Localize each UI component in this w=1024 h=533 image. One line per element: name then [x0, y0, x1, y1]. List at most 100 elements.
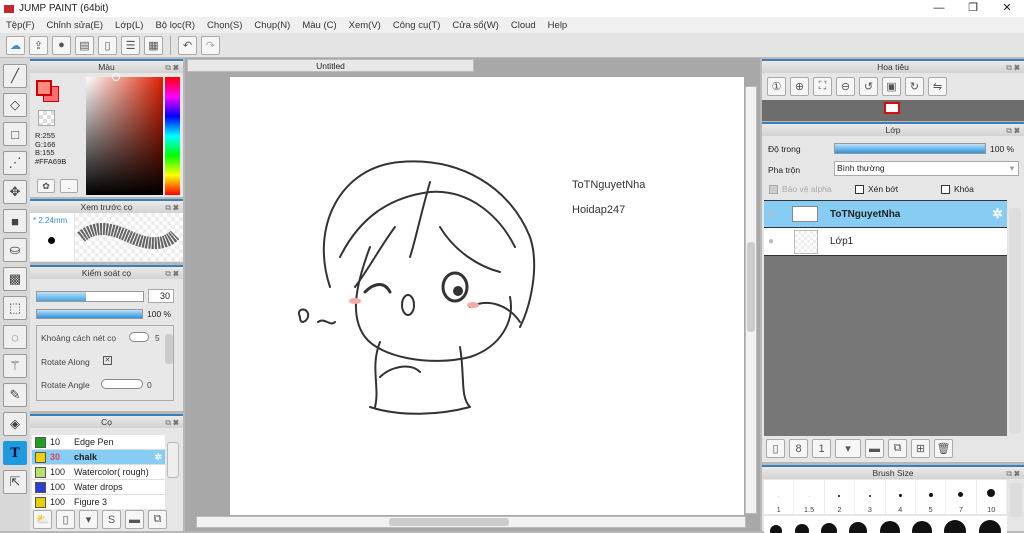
lock-checkbox[interactable]: Khóa [941, 184, 974, 194]
canvas-text-tottnguyetnha[interactable]: ToTNguyetNha [572, 179, 645, 191]
brush-item-selected[interactable]: 30 chalk ✲ [32, 450, 165, 465]
canvas-horizontal-scrollbar[interactable] [196, 516, 746, 528]
visibility-icon[interactable]: ● [768, 209, 782, 220]
gear-icon[interactable]: ✲ [154, 452, 162, 463]
flip-horizontal-icon[interactable]: ⇋ [928, 77, 947, 96]
brush-script-icon[interactable]: S [102, 510, 121, 529]
drawing-canvas[interactable]: ToTNguyetNha Hoidap247 [230, 77, 744, 515]
brush-size-option[interactable]: 3 [855, 480, 886, 514]
eraser-tool-icon[interactable]: ◇ [3, 93, 27, 117]
brush-size-option[interactable]: 5 [916, 480, 947, 514]
trash-icon[interactable]: 🗑 [934, 439, 953, 458]
object-select-icon[interactable]: ⇱ [3, 470, 27, 494]
menu-window[interactable]: Cửa sổ(W) [446, 20, 504, 31]
brush-type-dropdown-icon[interactable]: ▾ [79, 510, 98, 529]
export-icon[interactable]: ⇪ [29, 35, 48, 55]
saturation-value-picker[interactable] [86, 77, 163, 195]
layer-opacity-slider[interactable] [834, 143, 986, 154]
blend-mode-select[interactable]: Bình thường ▾ [834, 161, 1019, 176]
brush-tool-icon[interactable]: ╱ [3, 64, 27, 88]
layer-list-scrollbar[interactable] [1009, 208, 1021, 434]
foreground-color-swatch[interactable] [36, 80, 52, 96]
menu-filter[interactable]: Bộ lọc(R) [149, 20, 201, 31]
zoom-out-icon[interactable]: ⊖ [836, 77, 855, 96]
panel-controls-icon[interactable]: ⧉✖ [165, 62, 181, 74]
rotate-along-checkbox[interactable]: ✕ [103, 356, 112, 365]
zoom-in-icon[interactable]: ⊕ [790, 77, 809, 96]
brush-item[interactable]: 100 Watercolor( rough) [32, 465, 165, 480]
clip-checkbox[interactable]: Xén bớt [855, 184, 898, 194]
zoom-actual-icon[interactable]: ① [767, 77, 786, 96]
menu-cloud[interactable]: Cloud [505, 20, 542, 31]
gradient-tool-icon[interactable]: ▩ [3, 267, 27, 291]
cloud-icon[interactable]: ☁ [6, 35, 25, 55]
protect-alpha-checkbox[interactable]: Bảo vệ alpha [769, 184, 832, 194]
new-brush-icon[interactable]: ▯ [56, 510, 75, 529]
transparent-swatch[interactable] [38, 110, 55, 126]
comment-icon[interactable]: ▤ [75, 35, 94, 55]
document-icon[interactable]: ▯ [98, 35, 117, 55]
undo-icon[interactable]: ↶ [178, 35, 197, 55]
lasso-select-icon[interactable]: ◌ [3, 325, 27, 349]
layer-row-selected[interactable]: ● ToTNguyetNha ✲ [764, 200, 1007, 228]
menu-file[interactable]: Tệp(F) [0, 20, 41, 31]
duplicate-layer-icon[interactable]: ⧉ [888, 439, 907, 458]
close-button[interactable]: ✕ [990, 0, 1024, 17]
document-tab[interactable]: Untitled [187, 59, 474, 72]
rotate-right-icon[interactable]: ↻ [905, 77, 924, 96]
fill-rect-tool-icon[interactable]: ■ [3, 209, 27, 233]
navigator-viewport[interactable] [884, 102, 900, 114]
menu-help[interactable]: Help [542, 20, 574, 31]
menu-select[interactable]: Chọn(S) [201, 20, 248, 31]
brush-item[interactable]: 100 Figure 3 [32, 495, 165, 509]
brush-size-option[interactable]: 4 [886, 480, 916, 514]
new-1bit-layer-icon[interactable]: 1 [812, 439, 831, 458]
layer-folder-icon[interactable]: ▬ [865, 439, 884, 458]
move-tool-icon[interactable]: ✥ [3, 180, 27, 204]
folder-icon[interactable]: ▬ [125, 510, 144, 529]
bucket-tool-icon[interactable]: ⛀ [3, 238, 27, 262]
new-8bit-layer-icon[interactable]: 8 [789, 439, 808, 458]
text-tool-icon[interactable]: T [3, 441, 27, 465]
rotate-left-icon[interactable]: ↺ [859, 77, 878, 96]
rect-select-icon[interactable]: ⬚ [3, 296, 27, 320]
layer-row[interactable]: ● Lớp1 [764, 228, 1007, 256]
speech-bubble-icon[interactable]: ● [52, 35, 71, 55]
grid-help-icon[interactable]: ▦ [144, 35, 163, 55]
brush-size-option[interactable]: 1.5 [794, 480, 825, 514]
visibility-icon[interactable]: ● [768, 236, 782, 247]
spacing-slider[interactable] [129, 332, 149, 342]
menu-view[interactable]: Xem(V) [343, 20, 387, 31]
menu-edit[interactable]: Chỉnh sửa(E) [41, 20, 110, 31]
brush-opacity-slider[interactable] [36, 309, 143, 319]
brush-list-scrollbar[interactable] [167, 442, 179, 478]
panel-controls-icon[interactable]: ⧉✖ [165, 417, 181, 429]
reset-rotation-icon[interactable]: ▣ [882, 77, 901, 96]
cloud-download-icon[interactable]: ⛅ [33, 510, 52, 529]
layer-type-dropdown-icon[interactable]: ▾ [835, 439, 861, 458]
panel-controls-icon[interactable]: ⧉✖ [1006, 125, 1022, 137]
navigator-preview[interactable] [762, 100, 1024, 121]
merge-layer-icon[interactable]: ⊞ [911, 439, 930, 458]
panel-controls-icon[interactable]: ⧉✖ [1006, 62, 1022, 74]
magic-wand-icon[interactable]: ⚚ [3, 354, 27, 378]
duplicate-icon[interactable]: ⧉ [148, 510, 167, 529]
maximize-button[interactable]: ❐ [956, 0, 990, 17]
list-settings-icon[interactable]: ☰ [121, 35, 140, 55]
rectangle-tool-icon[interactable]: □ [3, 122, 27, 146]
menu-layer[interactable]: Lớp(L) [109, 20, 149, 31]
panel-controls-icon[interactable]: ⧉✖ [1006, 468, 1022, 480]
hue-slider[interactable] [165, 77, 180, 195]
brush-item[interactable]: 100 Water drops [32, 480, 165, 495]
palette-icon[interactable]: ✿ [37, 179, 55, 193]
redo-icon[interactable]: ↷ [201, 35, 220, 55]
brush-size-option[interactable]: 1 [764, 480, 795, 514]
select-pen-icon[interactable]: ✎ [3, 383, 27, 407]
minimize-button[interactable]: — [922, 0, 956, 17]
select-eraser-icon[interactable]: ◈ [3, 412, 27, 436]
menu-capture[interactable]: Chụp(N) [248, 20, 296, 31]
brush-size-option[interactable]: 7 [946, 480, 977, 514]
brush-size-scrollbar[interactable] [1010, 483, 1022, 517]
dot-line-tool-icon[interactable]: ⋰ [3, 151, 27, 175]
brush-size-option[interactable]: 2 [825, 480, 856, 514]
